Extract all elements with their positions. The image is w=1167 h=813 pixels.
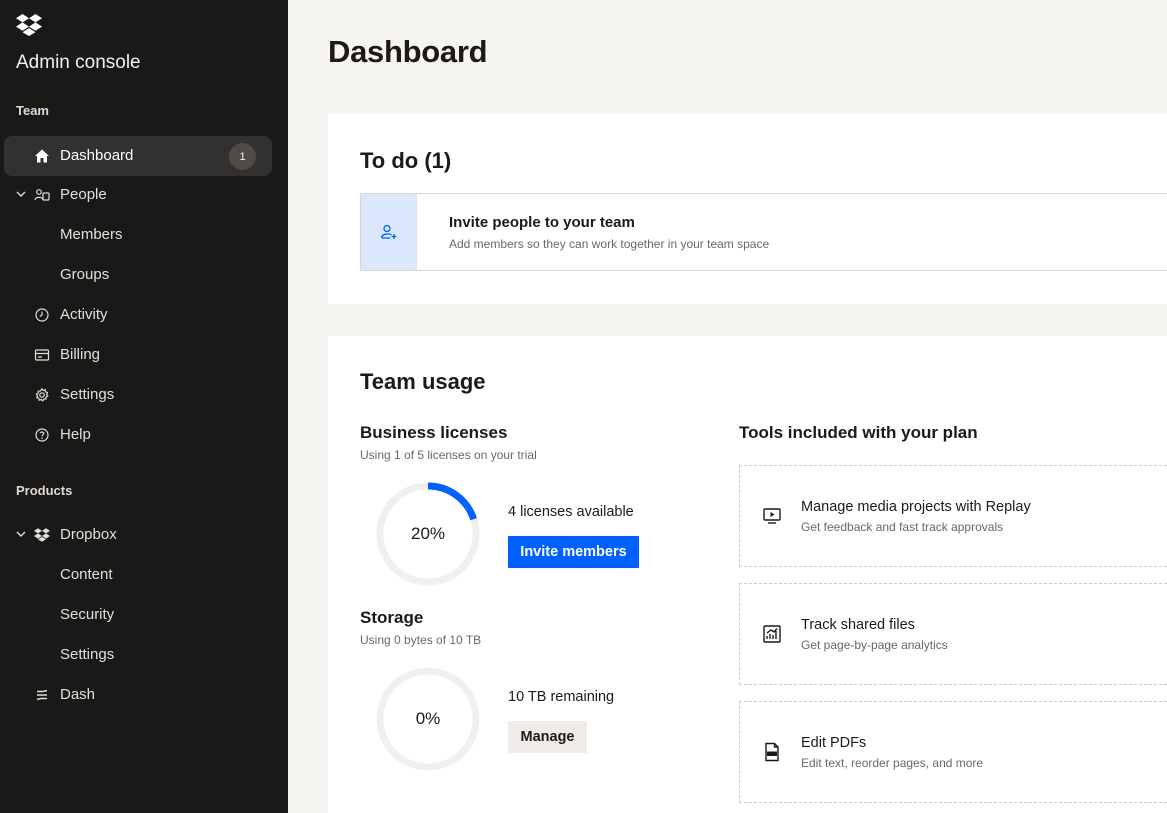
sidebar-item-label: Dash bbox=[60, 686, 96, 703]
sidebar-item-security[interactable]: Security bbox=[4, 595, 272, 635]
sidebar-item-label: Dashboard bbox=[60, 147, 134, 164]
team-usage-card: Team usage Business licenses Using 1 of … bbox=[328, 336, 1167, 813]
licenses-note: Using 1 of 5 licenses on your trial bbox=[360, 448, 537, 462]
team-usage-title: Team usage bbox=[360, 369, 486, 394]
chevron-down-icon[interactable] bbox=[15, 528, 27, 540]
licenses-heading: Business licenses bbox=[360, 423, 508, 442]
tool-title: Track shared files bbox=[801, 617, 915, 633]
gear-icon bbox=[35, 387, 49, 402]
sidebar-item-label: People bbox=[60, 186, 107, 203]
dash-icon bbox=[36, 689, 48, 701]
sidebar-item-dropbox-settings[interactable]: Settings bbox=[4, 635, 272, 675]
tool-card-replay[interactable]: Manage media projects with Replay Get fe… bbox=[739, 465, 1167, 567]
todo-item-subtitle: Add members so they can work together in… bbox=[449, 237, 770, 251]
sidebar-item-label: Members bbox=[60, 226, 123, 243]
todo-title: To do (1) bbox=[360, 148, 452, 173]
tool-title: Manage media projects with Replay bbox=[801, 499, 1031, 515]
tool-card-edit-pdfs[interactable]: Edit PDFs Edit text, reorder pages, and … bbox=[739, 701, 1167, 803]
sidebar-item-label: Settings bbox=[60, 386, 115, 403]
sidebar-item-label: Content bbox=[60, 566, 113, 583]
console-title: Admin console bbox=[16, 52, 141, 73]
pdf-icon bbox=[765, 742, 779, 762]
sidebar-item-members[interactable]: Members bbox=[4, 215, 272, 255]
sidebar-item-help[interactable]: Help bbox=[4, 415, 272, 455]
sidebar-item-label: Help bbox=[60, 426, 91, 443]
section-label-products: Products bbox=[16, 483, 73, 498]
sidebar-item-label: Activity bbox=[60, 306, 108, 323]
sidebar-item-dashboard[interactable]: Dashboard 1 bbox=[4, 136, 272, 176]
sidebar-item-dash[interactable]: Dash bbox=[4, 675, 272, 715]
sidebar-item-dropbox[interactable]: Dropbox bbox=[4, 515, 272, 555]
licenses-available: 4 licenses available bbox=[508, 504, 634, 520]
sidebar-item-activity[interactable]: Activity bbox=[4, 295, 272, 335]
add-person-icon bbox=[380, 224, 397, 239]
storage-percent: 0% bbox=[415, 709, 441, 728]
replay-icon bbox=[763, 508, 781, 524]
sidebar-item-label: Billing bbox=[60, 346, 101, 363]
dropbox-icon bbox=[34, 528, 50, 542]
dropbox-logo-icon[interactable] bbox=[16, 14, 42, 36]
sidebar-item-content[interactable]: Content bbox=[4, 555, 272, 595]
tool-title: Edit PDFs bbox=[801, 735, 867, 751]
sidebar-item-label: Dropbox bbox=[60, 526, 117, 543]
clock-icon bbox=[35, 308, 49, 322]
tools-heading: Tools included with your plan bbox=[739, 423, 978, 442]
tool-card-track-files[interactable]: Track shared files Get page-by-page anal… bbox=[739, 583, 1167, 685]
chevron-down-icon[interactable] bbox=[15, 188, 27, 200]
licenses-usage-arc bbox=[427, 482, 477, 521]
billing-card-icon bbox=[34, 349, 50, 361]
sidebar-item-people[interactable]: People bbox=[4, 175, 272, 215]
manage-storage-button[interactable]: Manage bbox=[508, 721, 587, 753]
tool-subtitle: Edit text, reorder pages, and more bbox=[801, 756, 984, 770]
storage-heading: Storage bbox=[360, 608, 424, 627]
tool-subtitle: Get page-by-page analytics bbox=[801, 638, 948, 652]
licenses-percent: 20% bbox=[410, 524, 446, 543]
sidebar-item-settings[interactable]: Settings bbox=[4, 375, 272, 415]
page-title: Dashboard bbox=[328, 34, 488, 69]
sidebar-item-label: Security bbox=[60, 606, 115, 623]
todo-item-invite[interactable]: Invite people to your team Add members s… bbox=[360, 193, 1167, 271]
section-label-team: Team bbox=[16, 103, 49, 118]
sidebar-item-groups[interactable]: Groups bbox=[4, 255, 272, 295]
home-icon bbox=[35, 149, 49, 163]
sidebar-item-label: Settings bbox=[60, 646, 115, 663]
sidebar: Admin console Team Dashboard 1 People Me… bbox=[0, 0, 288, 813]
sidebar-item-label: Groups bbox=[60, 266, 110, 283]
notification-badge: 1 bbox=[229, 143, 256, 170]
help-icon bbox=[35, 428, 49, 442]
todo-card: To do (1) Invite people to your team Add… bbox=[328, 113, 1167, 304]
storage-note: Using 0 bytes of 10 TB bbox=[360, 633, 482, 647]
todo-item-title: Invite people to your team bbox=[449, 214, 635, 231]
tool-subtitle: Get feedback and fast track approvals bbox=[801, 520, 1004, 534]
people-icon bbox=[34, 189, 50, 201]
todo-icon-container bbox=[361, 194, 417, 270]
invite-members-button[interactable]: Invite members bbox=[508, 536, 639, 568]
analytics-icon bbox=[763, 625, 781, 643]
storage-remaining: 10 TB remaining bbox=[508, 689, 615, 705]
sidebar-item-billing[interactable]: Billing bbox=[4, 335, 272, 375]
